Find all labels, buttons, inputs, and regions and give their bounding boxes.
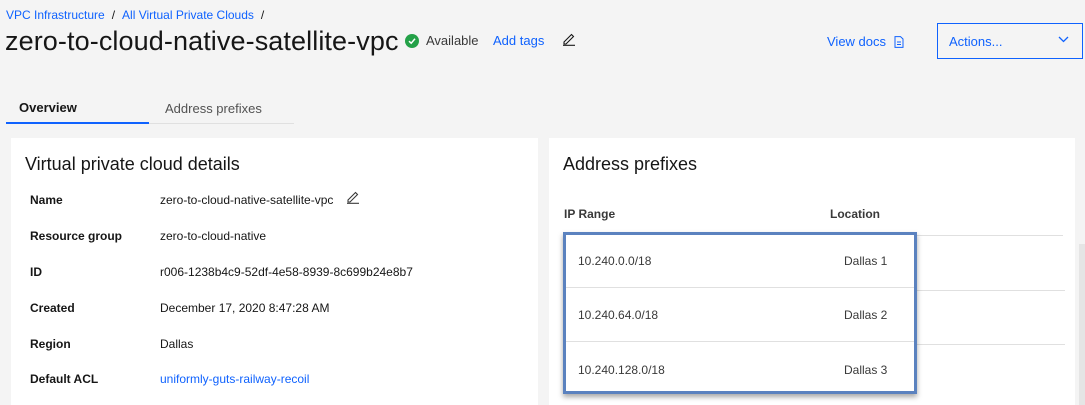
column-header-location: Location bbox=[830, 207, 880, 221]
location-cell: Dallas 1 bbox=[844, 254, 888, 268]
detail-row-name: Name zero-to-cloud-native-satellite-vpc bbox=[30, 190, 360, 207]
actions-dropdown[interactable]: Actions... bbox=[937, 23, 1083, 59]
tab-address-prefixes[interactable]: Address prefixes bbox=[149, 93, 294, 124]
status-indicator: Available bbox=[405, 33, 479, 48]
address-prefix-table: 10.240.0.0/18 Dallas 1 10.240.64.0/18 Da… bbox=[563, 232, 917, 394]
ip-range-cell: 10.240.0.0/18 bbox=[578, 254, 652, 268]
breadcrumb-all-vpcs[interactable]: All Virtual Private Clouds bbox=[122, 8, 254, 22]
detail-row-id: ID r006-1238b4c9-52df-4e58-8939-8c699b24… bbox=[30, 265, 413, 279]
detail-value: Dallas bbox=[160, 337, 194, 351]
scrollbar[interactable] bbox=[1079, 244, 1085, 405]
column-header-ip-range: IP Range bbox=[564, 207, 616, 221]
detail-key: Resource group bbox=[30, 229, 123, 243]
breadcrumb: VPC Infrastructure / All Virtual Private… bbox=[6, 8, 271, 22]
tab-overview[interactable]: Overview bbox=[6, 93, 149, 124]
detail-row-default-acl: Default ACL uniformly-guts-railway-recoi… bbox=[30, 372, 309, 386]
detail-key: Region bbox=[30, 337, 71, 351]
detail-value: December 17, 2020 8:47:28 AM bbox=[160, 301, 330, 315]
chevron-down-icon bbox=[1058, 36, 1069, 43]
breadcrumb-vpc-infrastructure[interactable]: VPC Infrastructure bbox=[6, 8, 105, 22]
tab-bar: Overview Address prefixes bbox=[6, 93, 294, 124]
detail-row-region: Region Dallas bbox=[30, 337, 193, 351]
breadcrumb-separator: / bbox=[111, 8, 116, 22]
table-row[interactable]: 10.240.128.0/18 Dallas 3 bbox=[566, 343, 914, 396]
detail-row-resource-group: Resource group zero-to-cloud-native bbox=[30, 229, 266, 243]
detail-key: ID bbox=[30, 265, 42, 279]
row-divider bbox=[917, 344, 1065, 345]
detail-value: zero-to-cloud-native-satellite-vpc bbox=[160, 193, 334, 207]
detail-key: Name bbox=[30, 193, 63, 207]
breadcrumb-separator: / bbox=[260, 8, 265, 22]
row-divider bbox=[917, 290, 1065, 291]
ip-range-cell: 10.240.64.0/18 bbox=[578, 308, 659, 322]
table-row[interactable]: 10.240.0.0/18 Dallas 1 bbox=[566, 235, 914, 288]
location-cell: Dallas 3 bbox=[844, 362, 888, 377]
address-prefixes-title: Address prefixes bbox=[563, 154, 698, 174]
detail-key: Created bbox=[30, 301, 75, 315]
add-tags-link[interactable]: Add tags bbox=[493, 33, 544, 48]
edit-pencil-icon[interactable] bbox=[562, 32, 576, 46]
detail-value: r006-1238b4c9-52df-4e58-8939-8c699b24e8b… bbox=[160, 265, 413, 279]
location-cell: Dallas 2 bbox=[844, 308, 888, 322]
vpc-details-card: Virtual private cloud details Name zero-… bbox=[11, 138, 538, 405]
default-acl-link[interactable]: uniformly-guts-railway-recoil bbox=[160, 372, 309, 386]
actions-label: Actions... bbox=[949, 33, 1003, 49]
vpc-details-title: Virtual private cloud details bbox=[25, 154, 240, 174]
status-label: Available bbox=[426, 33, 479, 48]
checkmark-circle-icon bbox=[405, 33, 419, 48]
detail-key: Default ACL bbox=[30, 372, 99, 386]
detail-row-created: Created December 17, 2020 8:47:28 AM bbox=[30, 301, 329, 315]
detail-value: zero-to-cloud-native bbox=[160, 229, 267, 243]
view-docs-link[interactable]: View docs bbox=[827, 34, 904, 49]
edit-pencil-icon[interactable] bbox=[346, 190, 360, 207]
ip-range-cell: 10.240.128.0/18 bbox=[578, 362, 665, 377]
page-title: zero-to-cloud-native-satellite-vpc bbox=[5, 26, 399, 56]
view-docs-label: View docs bbox=[827, 34, 887, 49]
table-row[interactable]: 10.240.64.0/18 Dallas 2 bbox=[566, 289, 914, 342]
document-icon bbox=[894, 35, 904, 48]
